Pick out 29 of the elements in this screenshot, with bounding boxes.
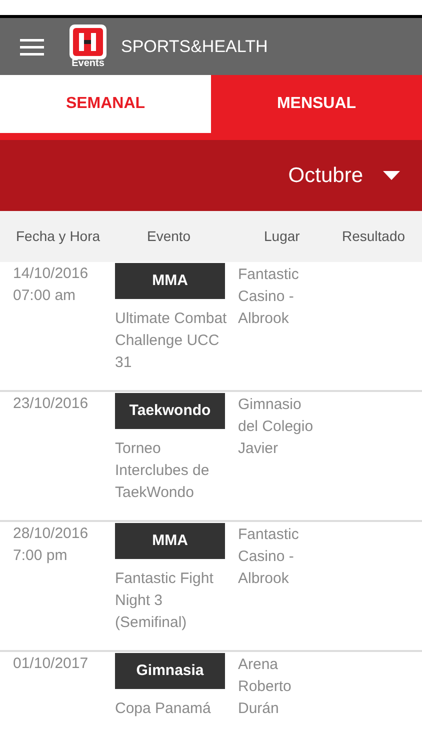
- column-header: Evento: [146, 227, 192, 246]
- logo-icon: [69, 24, 107, 60]
- sport-tag: Gimnasia: [115, 653, 225, 689]
- venue: Gimnasio del Colegio Javier: [238, 395, 314, 459]
- sport-tag: Taekwondo: [115, 393, 225, 429]
- venue: Fantastic Casino - Albrook: [238, 265, 300, 329]
- sport-tag: MMA: [115, 263, 225, 299]
- venue: Fantastic Casino - Albrook: [238, 525, 300, 589]
- event-name: Torneo Interclubes de TaekWondo: [115, 439, 210, 503]
- event-name: Fantastic Fight Night 3 (Semifinal): [115, 569, 214, 633]
- app-title: SPORTS&HEALTH: [121, 36, 268, 58]
- month-dropdown[interactable]: Octubre: [288, 160, 400, 192]
- venue: Arena Roberto Durán: [238, 655, 292, 719]
- sport-tag: MMA: [115, 523, 225, 559]
- table-cell-text: 23/10/2016: [13, 394, 90, 414]
- table-cell-text: 14/10/2016: [13, 264, 90, 284]
- column-header: Lugar: [263, 227, 301, 246]
- column-header: Fecha y Hora: [15, 227, 102, 246]
- table-cell-text: 07:00 am: [13, 286, 77, 306]
- tab[interactable]: MENSUAL: [211, 75, 422, 133]
- table-cell-text: 7:00 pm: [13, 546, 68, 566]
- table-cell-text: 01/10/2017: [13, 654, 90, 674]
- logo-caption: Events: [72, 59, 104, 69]
- event-name: Ultimate Combat Challenge UCC 31: [115, 309, 227, 373]
- menu-icon[interactable]: [20, 38, 44, 56]
- event-name: Copa Panamá: [115, 699, 212, 719]
- table-cell-text: 28/10/2016: [13, 524, 90, 544]
- caret-icon: [383, 171, 400, 180]
- column-header: Resultado: [342, 227, 406, 246]
